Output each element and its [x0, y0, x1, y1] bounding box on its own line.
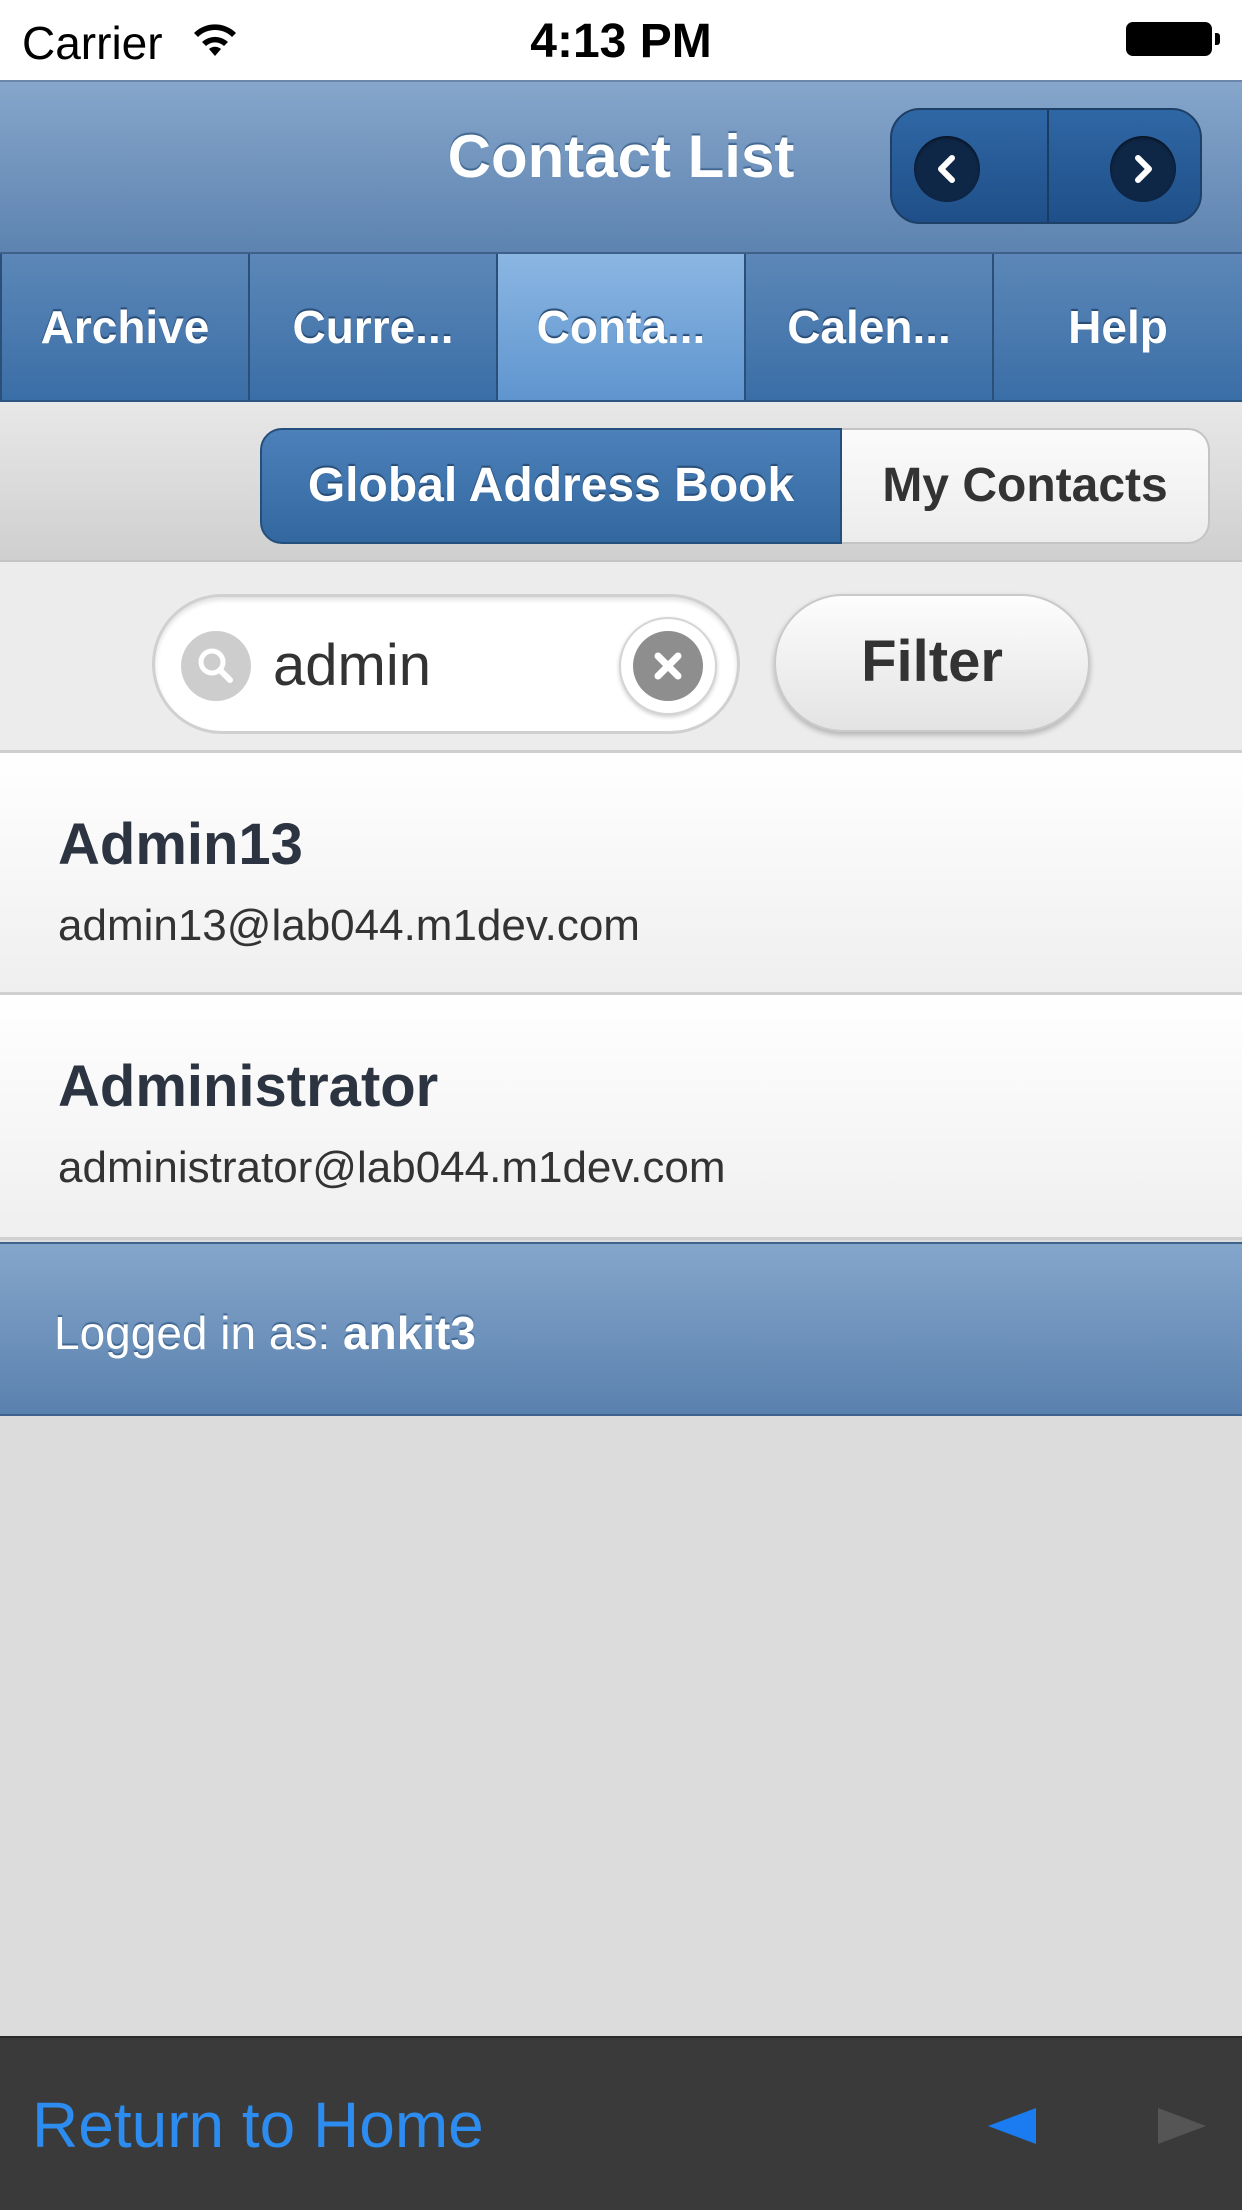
page-header: Contact List: [0, 82, 1242, 254]
clear-search-button[interactable]: [619, 617, 717, 715]
tab-archive[interactable]: Archive: [0, 254, 248, 400]
global-address-book-segment[interactable]: Global Address Book: [260, 428, 842, 544]
login-status: Logged in as: ankit3: [54, 1306, 476, 1360]
status-time: 4:13 PM: [530, 15, 712, 68]
return-to-home-link[interactable]: Return to Home: [32, 2088, 484, 2162]
contact-name: Administrator: [58, 1054, 439, 1119]
contact-list-item[interactable]: Administrator administrator@lab044.m1dev…: [0, 995, 1242, 1240]
tab-calendar[interactable]: Calen...: [744, 254, 992, 400]
login-username: ankit3: [343, 1307, 476, 1359]
back-arrow-icon[interactable]: [984, 2098, 1040, 2154]
tab-contacts[interactable]: Conta...: [496, 254, 744, 400]
chevron-left-icon: [914, 136, 980, 202]
filter-button[interactable]: Filter: [774, 594, 1090, 732]
clear-icon: [633, 631, 703, 701]
contact-name: Admin13: [58, 812, 303, 877]
next-button[interactable]: [1048, 110, 1200, 222]
battery-icon: [1126, 22, 1220, 56]
login-footer: Logged in as: ankit3: [0, 1242, 1242, 1416]
tab-bar: Archive Curre... Conta... Calen... Help: [0, 254, 1242, 402]
contact-email: admin13@lab044.m1dev.com: [58, 901, 640, 950]
contact-email: administrator@lab044.m1dev.com: [58, 1143, 726, 1192]
search-row: Filter: [0, 562, 1242, 753]
previous-button[interactable]: [892, 110, 1049, 222]
prev-next-group: [890, 108, 1202, 224]
tab-current[interactable]: Curre...: [248, 254, 496, 400]
bottom-toolbar: Return to Home: [0, 2036, 1242, 2210]
search-icon: [181, 631, 251, 701]
status-bar: Carrier 4:13 PM: [0, 0, 1242, 82]
search-box: [152, 594, 740, 734]
contact-list-item[interactable]: Admin13 admin13@lab044.m1dev.com: [0, 753, 1242, 995]
my-contacts-segment[interactable]: My Contacts: [842, 428, 1210, 544]
chevron-right-icon: [1110, 136, 1176, 202]
address-book-switcher: Global Address Book My Contacts: [0, 402, 1242, 562]
forward-arrow-icon[interactable]: [1154, 2098, 1210, 2154]
search-input[interactable]: [273, 627, 583, 703]
tab-help[interactable]: Help: [992, 254, 1242, 400]
login-prefix: Logged in as:: [54, 1307, 344, 1359]
